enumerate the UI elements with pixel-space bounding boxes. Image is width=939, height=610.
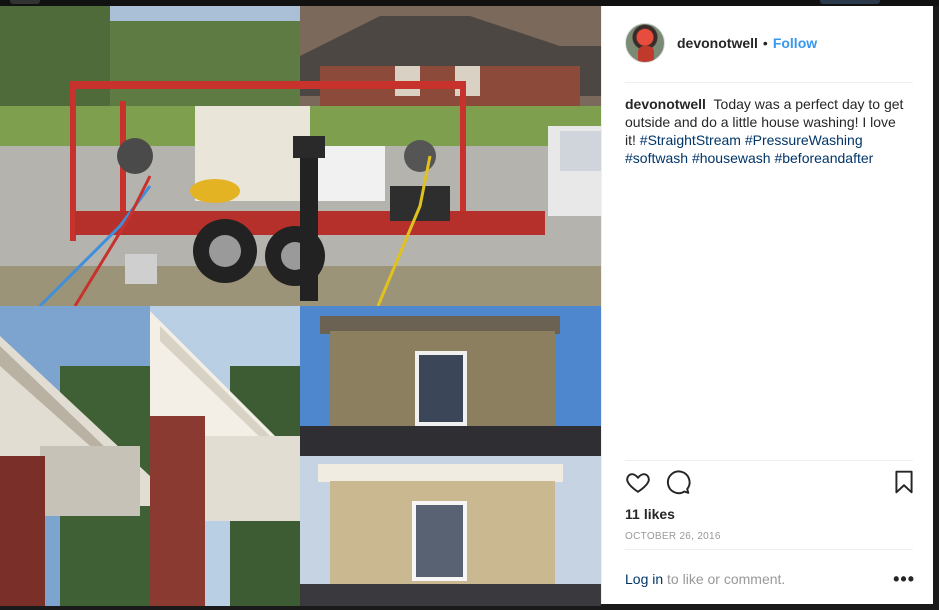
login-prompt: Log in to like or comment. ••• bbox=[625, 569, 915, 590]
divider bbox=[625, 460, 913, 461]
divider bbox=[625, 82, 913, 83]
hashtag-link[interactable]: #beforeandafter bbox=[774, 150, 873, 166]
house-soffit-before-photo bbox=[0, 306, 150, 606]
hashtag-link[interactable]: #StraightStream bbox=[640, 132, 741, 148]
more-options-icon[interactable]: ••• bbox=[893, 569, 915, 590]
likes-count[interactable]: 11 likes bbox=[625, 506, 675, 522]
likes-label: likes bbox=[643, 506, 675, 522]
separator-dot: • bbox=[762, 35, 768, 51]
login-link[interactable]: Log in bbox=[625, 571, 663, 587]
caption-username-link[interactable]: devonotwell bbox=[625, 96, 706, 112]
post-date[interactable]: OCTOBER 26, 2016 bbox=[625, 531, 721, 542]
hashtag-link[interactable]: #PressureWashing bbox=[745, 132, 863, 148]
house-gable-after-photo bbox=[300, 456, 601, 606]
likes-number: 11 bbox=[625, 506, 640, 522]
login-suffix: to like or comment. bbox=[667, 571, 786, 587]
comment-icon[interactable] bbox=[665, 469, 693, 497]
post-image-collage[interactable] bbox=[0, 6, 601, 606]
follow-button[interactable]: Follow bbox=[773, 35, 817, 51]
house-gable-before-photo bbox=[300, 306, 601, 456]
house-soffit-after-photo bbox=[150, 306, 300, 606]
heart-icon[interactable] bbox=[625, 469, 653, 497]
avatar[interactable] bbox=[625, 23, 665, 63]
trailer-photo bbox=[0, 6, 601, 308]
post-header: devonotwell • Follow bbox=[625, 22, 817, 64]
post-actions bbox=[625, 469, 915, 501]
divider bbox=[625, 549, 913, 550]
background-tab[interactable] bbox=[820, 0, 880, 4]
background-tab[interactable] bbox=[10, 0, 40, 4]
bookmark-icon[interactable] bbox=[891, 469, 919, 497]
hashtag-link[interactable]: #housewash bbox=[692, 150, 771, 166]
hashtag-link[interactable]: #softwash bbox=[625, 150, 688, 166]
post-caption: devonotwell Today was a perfect day to g… bbox=[625, 95, 910, 167]
post-details-panel: devonotwell • Follow devonotwell Today w… bbox=[601, 6, 933, 604]
username-link[interactable]: devonotwell bbox=[677, 35, 758, 51]
